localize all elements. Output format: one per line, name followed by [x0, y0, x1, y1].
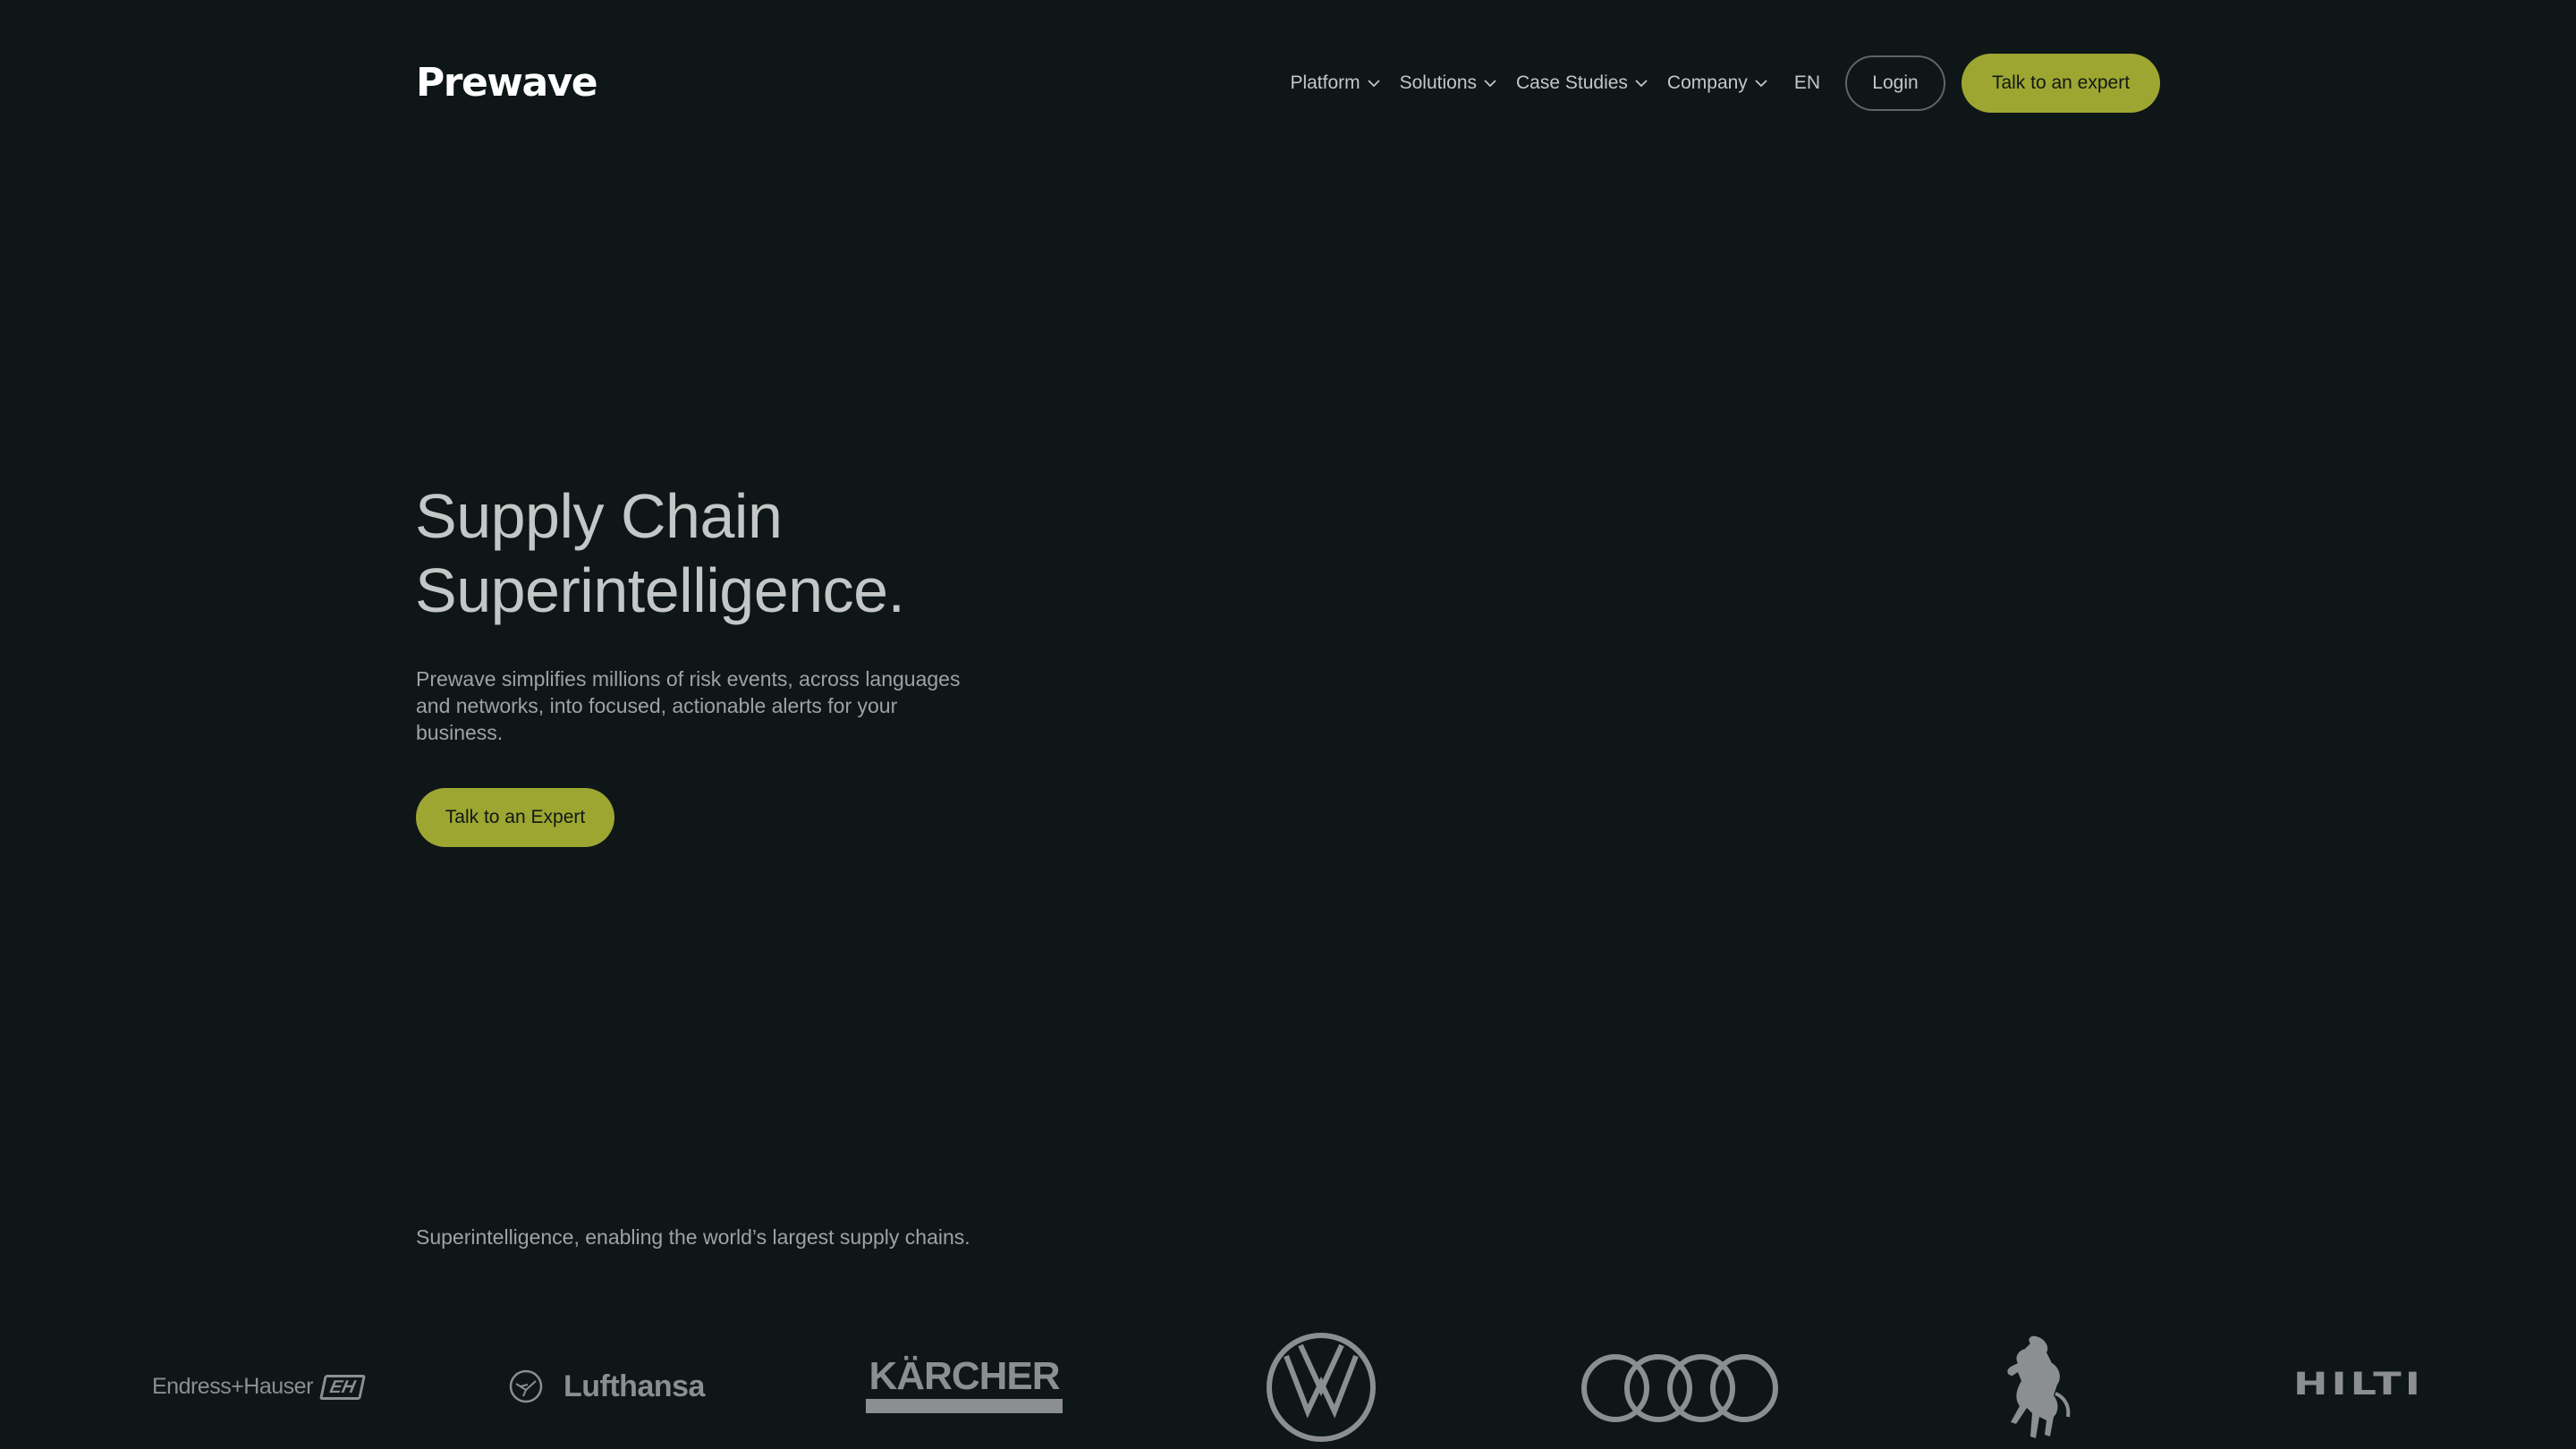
nav-platform-label: Platform [1290, 72, 1360, 93]
lufthansa-logo: Lufthansa [508, 1368, 705, 1404]
customers-caption: Superintelligence, enabling the world’s … [416, 1225, 970, 1249]
language-selector[interactable]: EN [1794, 72, 1820, 94]
talk-to-expert-header-button[interactable]: Talk to an expert [1962, 54, 2160, 113]
chevron-down-icon [1755, 80, 1767, 88]
prancing-horse-icon [2007, 1335, 2071, 1438]
nav-platform[interactable]: Platform [1290, 72, 1381, 94]
hero-title-line-1: Supply Chain [415, 481, 783, 551]
nav-case-studies-label: Case Studies [1516, 72, 1628, 93]
login-button[interactable]: Login [1845, 55, 1945, 111]
audi-logo [1580, 1352, 1780, 1428]
endress-hauser-badge: EH [318, 1374, 366, 1400]
endress-hauser-logo: Endress+Hauser EH [152, 1374, 366, 1400]
nav-case-studies[interactable]: Case Studies [1516, 72, 1649, 94]
main-nav: Platform Solutions Case Studies Company … [1290, 54, 2160, 113]
hero-title-line-2: Superintelligence. [415, 555, 905, 625]
nav-solutions-label: Solutions [1399, 72, 1478, 93]
crane-icon [509, 1369, 543, 1403]
karcher-underline-bar [866, 1399, 1063, 1413]
nav-solutions[interactable]: Solutions [1400, 72, 1498, 94]
hilti-logo: HILTI [2293, 1365, 2424, 1406]
karcher-wordmark: KÄRCHER [869, 1354, 1061, 1398]
hero-title: Supply Chain Superintelligence. [415, 479, 905, 628]
prewave-logo[interactable]: Prewave [416, 59, 598, 107]
page: Prewave Platform Solutions Case Studies … [0, 0, 2576, 1449]
ferrari-logo [1991, 1331, 2077, 1448]
hero-description: Prewave simplifies millions of risk even… [416, 667, 961, 744]
chevron-down-icon [1635, 80, 1648, 88]
endress-hauser-wordmark: Endress+Hauser [152, 1374, 313, 1399]
audi-rings-icon [1581, 1354, 1778, 1422]
lufthansa-wordmark: Lufthansa [564, 1368, 705, 1403]
nav-company-label: Company [1666, 72, 1748, 93]
chevron-down-icon [1367, 80, 1380, 88]
karcher-logo: KÄRCHER [866, 1356, 1063, 1413]
talk-to-expert-hero-button[interactable]: Talk to an Expert [416, 788, 614, 847]
volkswagen-logo [1265, 1331, 1377, 1448]
chevron-down-icon [1484, 80, 1496, 88]
nav-company[interactable]: Company [1667, 72, 1769, 94]
volkswagen-emblem-icon [1267, 1333, 1376, 1442]
site-header: Prewave Platform Solutions Case Studies … [416, 54, 2160, 113]
hilti-wordmark: HILTI [2293, 1365, 2424, 1402]
